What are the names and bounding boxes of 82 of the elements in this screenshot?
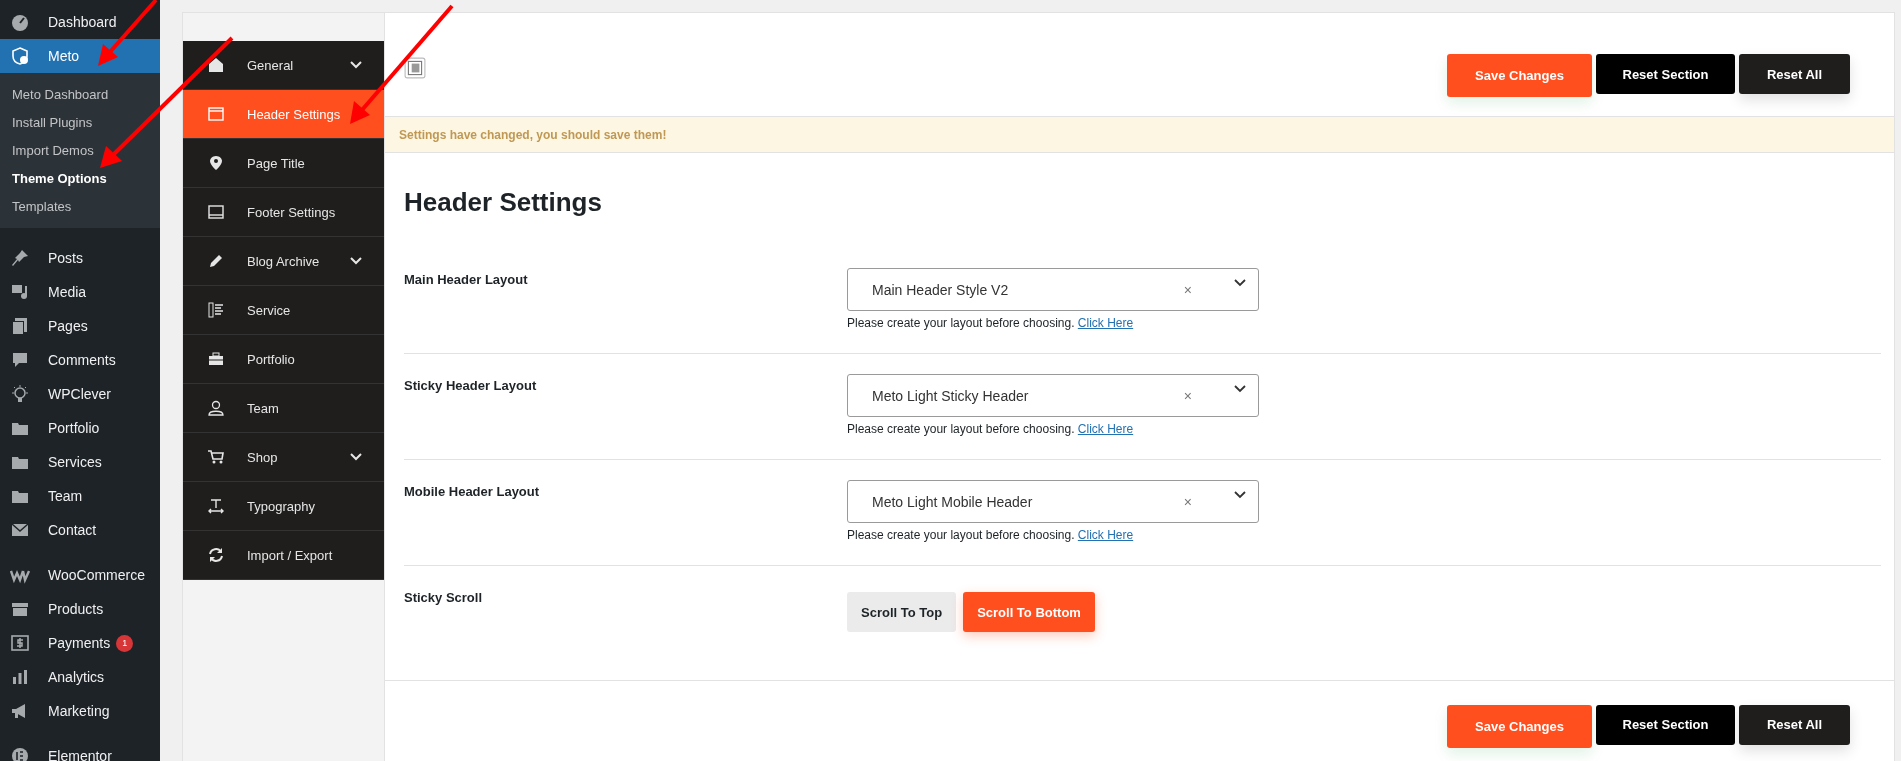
clear-icon[interactable]: ×	[1183, 493, 1192, 510]
admin-menu-item[interactable]: WPClever	[0, 377, 160, 411]
options-nav-item[interactable]: Shop	[183, 433, 384, 482]
field-label: Sticky Scroll	[404, 589, 484, 607]
admin-menu-item[interactable]: WooCommerce	[0, 558, 160, 592]
link[interactable]: Click Here	[1077, 316, 1134, 330]
briefcase-icon	[207, 350, 225, 368]
admin-menu-item[interactable]: Analytics	[0, 660, 160, 694]
text-size-icon	[207, 497, 225, 515]
person-icon	[207, 399, 225, 417]
dollar-icon	[10, 633, 30, 653]
layout-icon[interactable]	[404, 57, 426, 79]
section-title: Header Settings	[404, 187, 603, 218]
select-field[interactable]: Meto Light Sticky Header ×	[847, 374, 1259, 417]
list-icon	[207, 301, 225, 319]
action-button[interactable]: Reset All	[1739, 54, 1850, 94]
options-nav-item[interactable]: Import / Export	[183, 531, 384, 580]
admin-menu-item[interactable]: Team	[0, 479, 160, 513]
options-nav-item[interactable]: Typography	[183, 482, 384, 531]
admin-menu-item[interactable]: Contact	[0, 513, 160, 547]
options-nav-item[interactable]: Page Title	[183, 139, 384, 188]
media-icon	[10, 282, 30, 302]
toggle-button[interactable]: Scroll To Top	[847, 592, 957, 632]
action-button[interactable]: Reset All	[1739, 704, 1850, 745]
admin-menu-item[interactable]: Media	[0, 275, 160, 309]
cart-icon	[207, 448, 225, 466]
options-nav-item[interactable]: Blog Archive	[183, 237, 384, 286]
action-button[interactable]: Reset Section	[1596, 704, 1735, 745]
chevron-down-icon	[1234, 384, 1246, 393]
field-label: Main Header Layout	[404, 271, 529, 289]
help-text: Please create your layout before choosing.	[847, 528, 1075, 542]
submenu-item[interactable]: Install Plugins	[0, 108, 160, 136]
submenu-item[interactable]: Meto Dashboard	[0, 80, 160, 108]
chevron-down-icon	[1234, 278, 1246, 287]
submenu-item[interactable]: Theme Options	[0, 164, 160, 192]
help-text: Please create your layout before choosing.	[847, 316, 1075, 330]
admin-menu-item[interactable]: Posts	[0, 241, 160, 275]
help-text: Please create your layout before choosing.	[847, 422, 1075, 436]
gauge-icon	[10, 12, 30, 32]
select-field[interactable]: Main Header Style V2 ×	[847, 268, 1259, 311]
admin-menu-item[interactable]: Pages	[0, 309, 160, 343]
lightbulb-icon	[10, 384, 30, 404]
speech-bubble-icon	[10, 350, 30, 370]
link[interactable]: Click Here	[1077, 528, 1134, 542]
chevron-down-icon	[350, 257, 362, 265]
count-badge: 1	[116, 634, 134, 652]
options-nav-item[interactable]: Team	[183, 384, 384, 433]
submenu-item[interactable]: Import Demos	[0, 136, 160, 164]
notice-text: Settings have changed, you should save them!	[399, 127, 667, 142]
admin-menu-item[interactable]: Services	[0, 445, 160, 479]
map-pin-icon	[207, 154, 225, 172]
admin-menu-item[interactable]: Marketing	[0, 694, 160, 728]
admin-menu-item[interactable]: Comments	[0, 343, 160, 377]
admin-menu-item[interactable]: Elementor	[0, 739, 160, 761]
options-nav-item[interactable]: Portfolio	[183, 335, 384, 384]
pin-icon	[10, 248, 30, 268]
window-icon	[207, 105, 225, 123]
refresh-icon	[207, 546, 225, 564]
options-nav-item[interactable]: Footer Settings	[183, 188, 384, 237]
admin-menu-item[interactable]: Meto	[0, 39, 160, 73]
pencil-icon	[207, 252, 225, 270]
bar-chart-icon	[10, 667, 30, 687]
field-label: Mobile Header Layout	[404, 483, 541, 501]
admin-menu-item[interactable]: Portfolio	[0, 411, 160, 445]
chevron-down-icon	[350, 61, 362, 69]
house-icon	[207, 56, 225, 74]
chevron-down-icon	[1234, 490, 1246, 499]
chevron-down-icon	[350, 453, 362, 461]
options-nav-item[interactable]: Service	[183, 286, 384, 335]
action-button[interactable]: Reset Section	[1596, 54, 1735, 94]
clear-icon[interactable]: ×	[1183, 281, 1192, 298]
shield-icon	[10, 46, 30, 66]
admin-menu-item[interactable]: Products	[0, 592, 160, 626]
clear-icon[interactable]: ×	[1183, 387, 1192, 404]
admin-menu-item[interactable]: Dashboard	[0, 5, 160, 39]
submenu-item[interactable]: Templates	[0, 192, 160, 220]
field-label: Sticky Header Layout	[404, 377, 538, 395]
footer-layout-icon	[207, 203, 225, 221]
admin-menu-item[interactable]: Payments 1	[0, 626, 160, 660]
link[interactable]: Click Here	[1077, 422, 1134, 436]
pages-icon	[10, 316, 30, 336]
select-field[interactable]: Meto Light Mobile Header ×	[847, 480, 1259, 523]
